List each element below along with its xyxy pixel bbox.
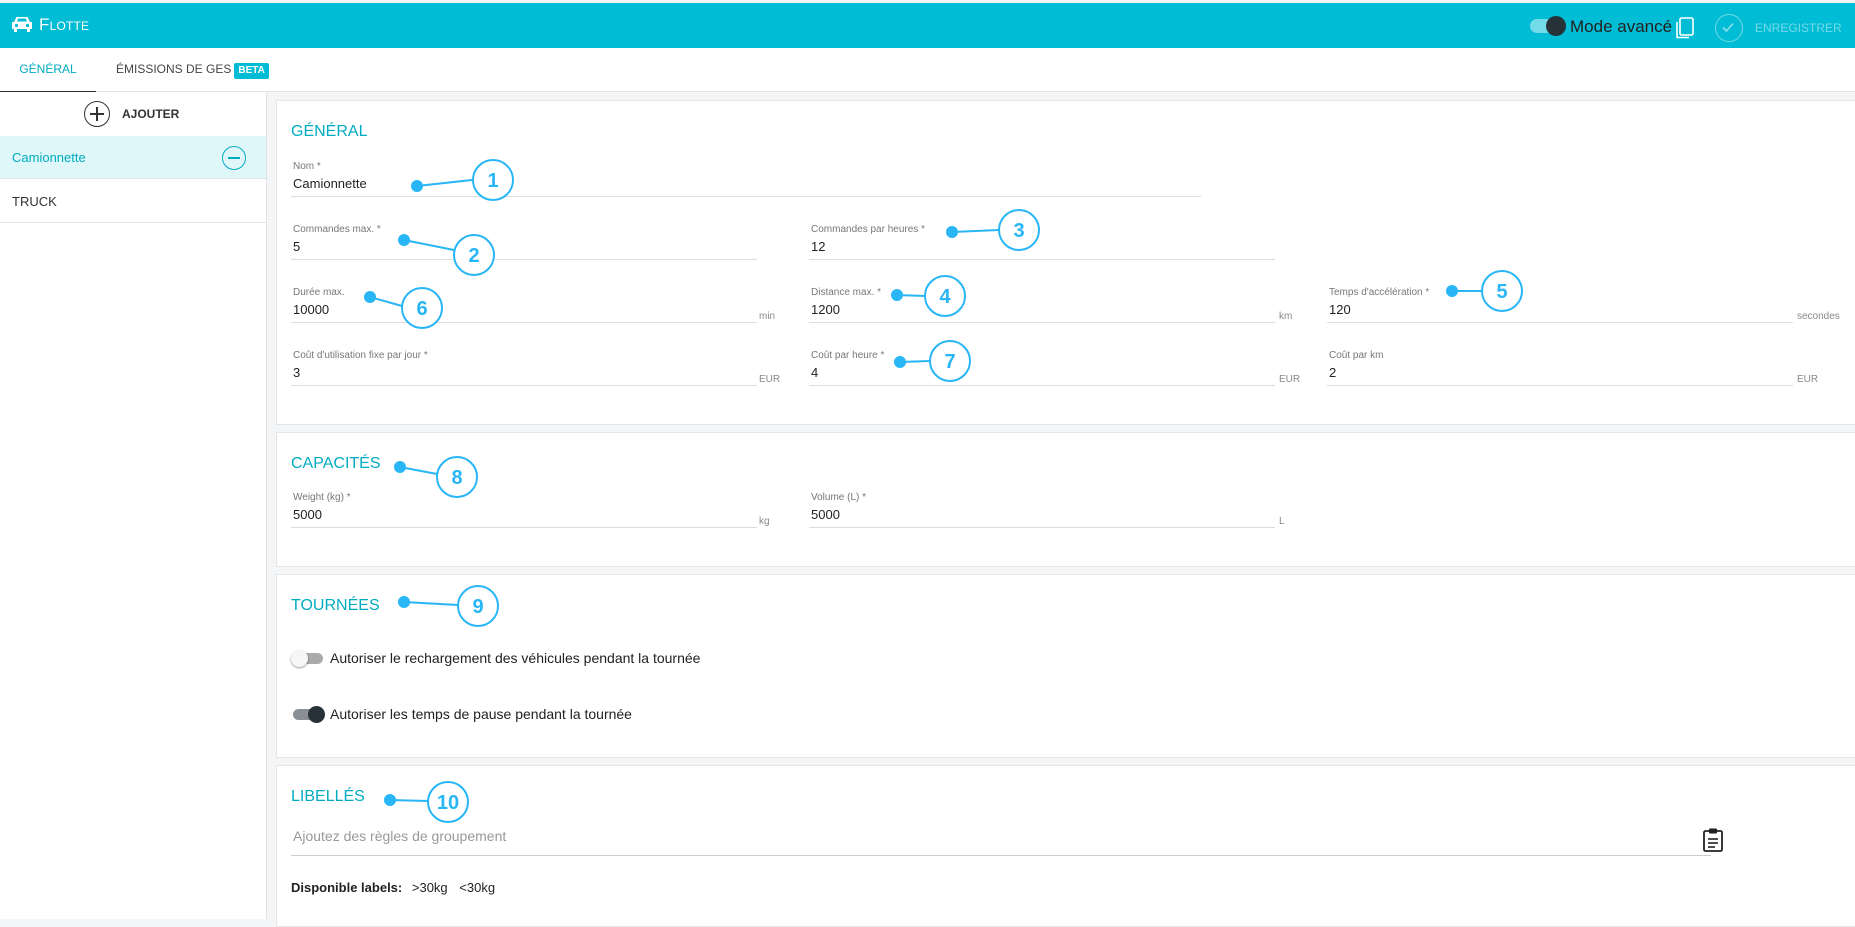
add-label: AJOUTER bbox=[122, 107, 180, 121]
field-underline bbox=[291, 855, 1711, 856]
field-underline bbox=[291, 385, 757, 386]
field-value[interactable]: 120 bbox=[1329, 302, 1351, 317]
unit-label: EUR bbox=[759, 374, 781, 385]
tab-ghg-emissions[interactable]: Émissions de GES BETA bbox=[116, 48, 269, 91]
vehicle-name: Camionnette bbox=[12, 150, 86, 165]
field-underline bbox=[809, 322, 1275, 323]
field-underline bbox=[291, 527, 757, 528]
field-label: Coût par heure * bbox=[811, 350, 885, 361]
pause-toggle-label: Autoriser les temps de pause pendant la … bbox=[330, 706, 632, 722]
unit-label: EUR bbox=[1279, 374, 1301, 385]
tours-section: Tournées Autoriser le rechargement des v… bbox=[276, 574, 1855, 758]
vehicle-sidebar: AJOUTER Camionnette TRUCK bbox=[0, 92, 267, 919]
tab-general[interactable]: Général bbox=[0, 48, 96, 93]
check-icon bbox=[1715, 14, 1743, 42]
field-label: Coût d'utilisation fixe par jour * bbox=[293, 350, 428, 361]
toggle-knob bbox=[308, 706, 325, 723]
vehicle-item[interactable]: TRUCK bbox=[0, 180, 266, 223]
field-underline bbox=[291, 259, 757, 260]
unit-label: kg bbox=[759, 516, 770, 527]
tab-label: Émissions de GES bbox=[116, 62, 232, 76]
vehicle-item[interactable]: Camionnette bbox=[0, 136, 266, 179]
section-title: Capacités bbox=[291, 455, 381, 472]
unit-label: L bbox=[1279, 516, 1285, 527]
label-chip[interactable]: >30kg bbox=[412, 880, 448, 895]
pause-toggle[interactable] bbox=[293, 706, 325, 723]
field-underline bbox=[1327, 385, 1793, 386]
field-underline bbox=[291, 322, 757, 323]
unit-label: secondes bbox=[1797, 311, 1840, 322]
field-label: Commandes par heures * bbox=[811, 224, 925, 235]
field-label: Weight (kg) * bbox=[293, 492, 351, 503]
beta-badge: BETA bbox=[234, 63, 269, 79]
save-button[interactable]: ENREGISTRER bbox=[1715, 13, 1842, 43]
field-value[interactable]: 3 bbox=[293, 365, 300, 380]
unit-label: min bbox=[759, 311, 776, 322]
field-underline bbox=[809, 385, 1275, 386]
field-label: Nom * bbox=[293, 161, 321, 172]
available-labels-title: Disponible labels: bbox=[291, 880, 403, 895]
recharge-toggle-label: Autoriser le rechargement des véhicules … bbox=[330, 650, 701, 666]
app-title: Flotte bbox=[39, 15, 90, 34]
toggle-knob bbox=[291, 650, 308, 667]
field-value[interactable]: 5000 bbox=[811, 507, 840, 522]
available-labels-row: Disponible labels: >30kg <30kg bbox=[291, 880, 495, 895]
tab-bar: Général Émissions de GES BETA bbox=[0, 48, 1855, 93]
field-underline bbox=[1327, 322, 1793, 323]
label-chip[interactable]: <30kg bbox=[459, 880, 495, 895]
app-header: Flotte Mode avancé ENREGISTRER bbox=[0, 3, 1855, 48]
field-label: Volume (L) * bbox=[811, 492, 867, 503]
car-icon bbox=[12, 17, 32, 32]
vehicle-name: TRUCK bbox=[12, 194, 57, 209]
field-underline bbox=[809, 527, 1275, 528]
field-label: Commandes max. * bbox=[293, 224, 381, 235]
field-label: Coût par km bbox=[1329, 350, 1384, 361]
field-label: Distance max. * bbox=[811, 287, 882, 298]
toggle-knob bbox=[1546, 16, 1566, 36]
capacities-section: Capacités Weight (kg) * 5000 kg Volume (… bbox=[276, 432, 1855, 567]
unit-label: km bbox=[1279, 311, 1293, 322]
unit-label: EUR bbox=[1797, 374, 1819, 385]
section-title: Libellés bbox=[291, 788, 365, 805]
plus-circle-icon bbox=[84, 101, 110, 127]
section-title: Général bbox=[291, 123, 368, 140]
recharge-toggle[interactable] bbox=[291, 650, 323, 667]
field-value[interactable]: Camionnette bbox=[293, 176, 367, 191]
field-label: Temps d'accélération * bbox=[1329, 287, 1430, 298]
advanced-mode-label: Mode avancé bbox=[1570, 17, 1673, 36]
field-underline bbox=[809, 259, 1275, 260]
save-label: ENREGISTRER bbox=[1755, 21, 1842, 35]
field-label: Durée max. bbox=[293, 287, 345, 298]
advanced-mode-toggle[interactable] bbox=[1530, 16, 1566, 36]
section-title: Tournées bbox=[291, 597, 380, 614]
field-value[interactable]: 5000 bbox=[293, 507, 322, 522]
remove-vehicle-icon[interactable] bbox=[222, 146, 246, 170]
labels-section: Libellés Ajoutez des règles de groupemen… bbox=[276, 765, 1855, 927]
add-vehicle-button[interactable]: AJOUTER bbox=[84, 100, 179, 128]
clipboard-icon[interactable] bbox=[1702, 827, 1724, 853]
field-value[interactable]: 1200 bbox=[811, 302, 840, 317]
copy-icon[interactable] bbox=[1674, 16, 1696, 40]
field-value[interactable]: 2 bbox=[1329, 365, 1336, 380]
field-value[interactable]: 4 bbox=[811, 365, 818, 380]
field-value[interactable]: 5 bbox=[293, 239, 300, 254]
tab-label: Général bbox=[19, 62, 77, 76]
input-placeholder[interactable]: Ajoutez des règles de groupement bbox=[293, 828, 506, 844]
field-value[interactable]: 10000 bbox=[293, 302, 329, 317]
general-section: Général Nom * Camionnette Commandes max.… bbox=[276, 100, 1855, 425]
field-underline bbox=[291, 196, 1201, 197]
field-value[interactable]: 12 bbox=[811, 239, 825, 254]
